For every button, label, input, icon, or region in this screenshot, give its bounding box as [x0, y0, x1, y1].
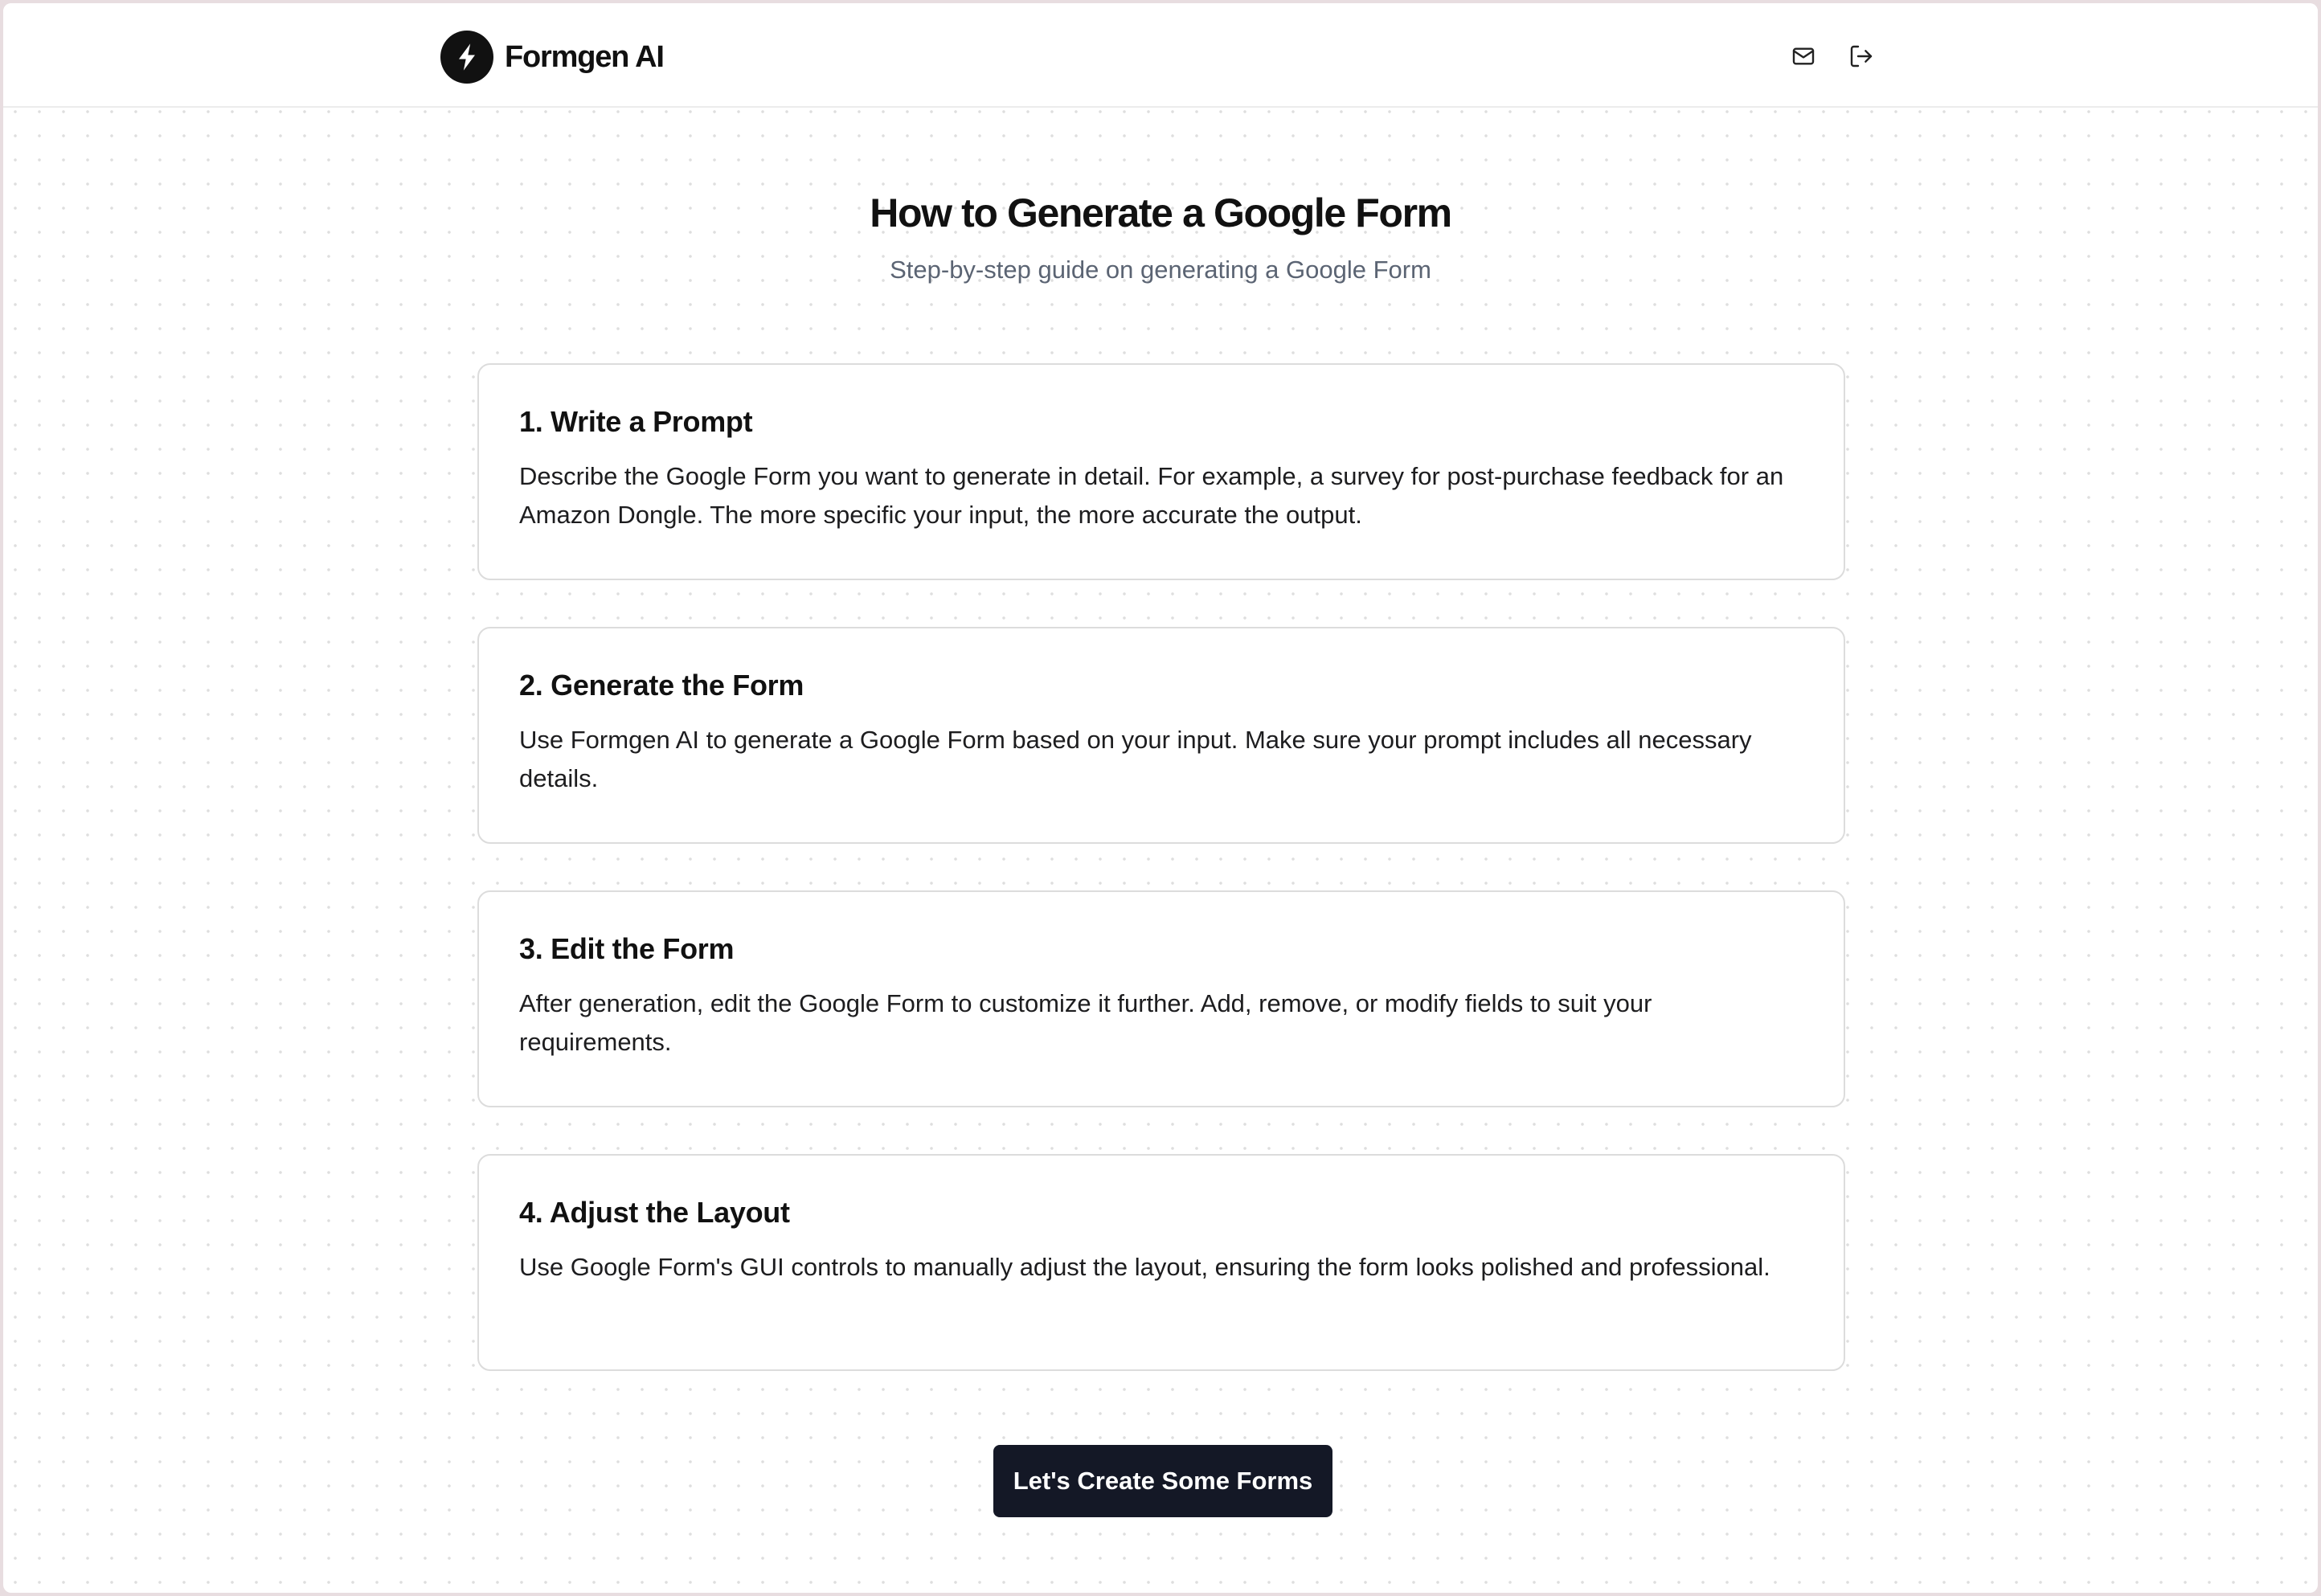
- brand-name: Formgen AI: [505, 39, 665, 74]
- step-card-edit-form: 3. Edit the Form After generation, edit …: [477, 890, 1845, 1107]
- logout-icon: [1850, 45, 1873, 68]
- step-title: 1. Write a Prompt: [519, 405, 753, 438]
- top-nav: Formgen AI: [3, 3, 2318, 108]
- logout-button[interactable]: [1845, 40, 1877, 72]
- page-title: How to Generate a Google Form: [870, 190, 1452, 235]
- page-subtitle: Step-by-step guide on generating a Googl…: [890, 256, 1431, 284]
- mail-button[interactable]: [1787, 40, 1820, 72]
- step-description: Use Formgen AI to generate a Google Form…: [519, 726, 1752, 793]
- step-title: 2. Generate the Form: [519, 669, 804, 702]
- brand-logo[interactable]: Formgen AI: [440, 31, 665, 84]
- step-title: 3. Edit the Form: [519, 932, 735, 965]
- step-description: After generation, edit the Google Form t…: [519, 989, 1652, 1057]
- step-title: 4. Adjust the Layout: [519, 1196, 790, 1229]
- step-description: Use Google Form's GUI controls to manual…: [519, 1253, 1770, 1282]
- step-card-adjust-layout: 4. Adjust the Layout Use Google Form's G…: [477, 1154, 1845, 1371]
- step-description: Describe the Google Form you want to gen…: [519, 462, 1784, 530]
- app-window: Formgen AI How to Generate a Google Form…: [3, 3, 2318, 1593]
- create-forms-button[interactable]: Let's Create Some Forms: [993, 1445, 1332, 1517]
- step-card-generate-form: 2. Generate the Form Use Formgen AI to g…: [477, 627, 1845, 844]
- mail-icon: [1792, 47, 1815, 65]
- step-card-write-prompt: 1. Write a Prompt Describe the Google Fo…: [477, 363, 1845, 580]
- bolt-icon: [440, 31, 493, 84]
